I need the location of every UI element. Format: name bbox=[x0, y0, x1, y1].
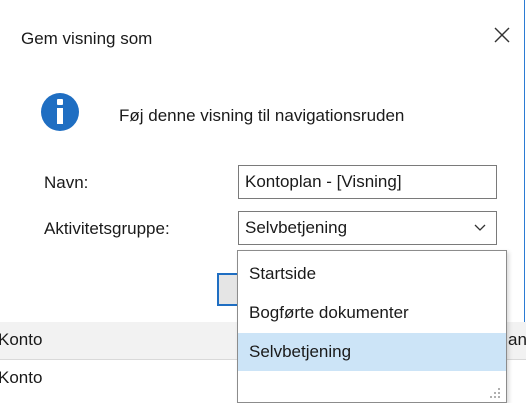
dropdown-option[interactable]: Startside bbox=[238, 255, 506, 293]
activity-group-dropdown: Startside Bogførte dokumenter Selvbetjen… bbox=[237, 250, 507, 403]
activity-group-select[interactable]: Selvbetjening bbox=[238, 211, 497, 245]
dialog-title: Gem visning som bbox=[21, 29, 153, 48]
close-icon bbox=[494, 27, 510, 43]
chevron-down-icon bbox=[474, 224, 486, 232]
info-icon bbox=[41, 93, 79, 131]
close-button[interactable] bbox=[490, 22, 516, 48]
list-item-label: Konto bbox=[0, 330, 43, 349]
dropdown-option[interactable]: Bogførte dokumenter bbox=[238, 294, 506, 332]
resize-grip-icon[interactable] bbox=[490, 388, 500, 398]
name-input[interactable]: Kontoplan - [Visning] bbox=[238, 165, 497, 199]
name-label: Navn: bbox=[44, 173, 89, 192]
activity-group-label: Aktivitetsgruppe: bbox=[44, 219, 170, 238]
list-item-label: Konto bbox=[0, 368, 43, 387]
list-item-extra: ang bbox=[508, 330, 526, 349]
info-message: Føj denne visning til navigationsruden bbox=[119, 106, 405, 125]
dropdown-option-selected[interactable]: Selvbetjening bbox=[238, 333, 506, 371]
activity-group-value: Selvbetjening bbox=[245, 218, 348, 237]
